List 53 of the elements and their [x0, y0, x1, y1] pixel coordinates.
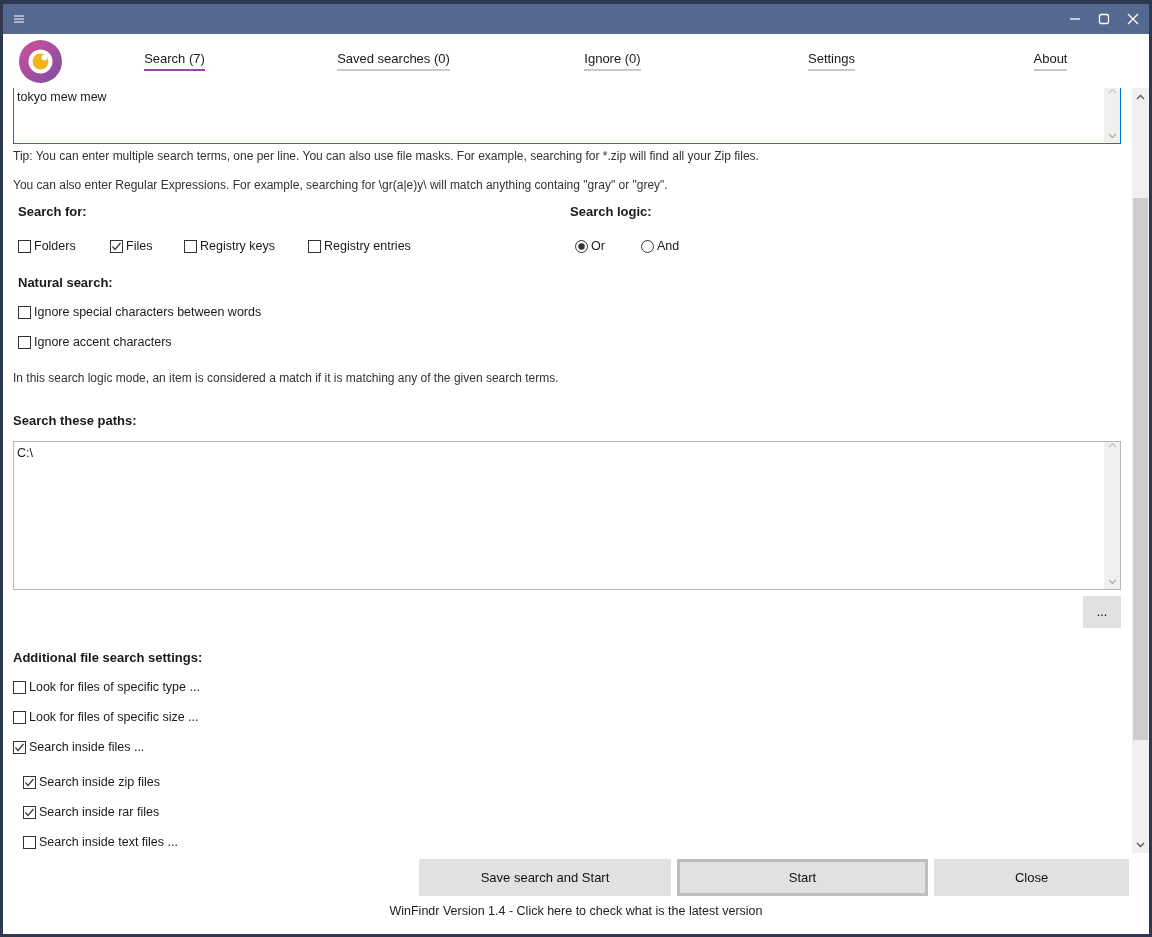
close-icon[interactable] [1126, 13, 1139, 25]
tab[interactable]: Settings [808, 51, 855, 71]
tab[interactable]: Saved searches (0) [337, 51, 450, 71]
checkbox-icon[interactable] [13, 740, 26, 754]
checkbox[interactable]: Look for files of specific type ... [13, 680, 200, 694]
checkbox-icon[interactable] [18, 335, 31, 349]
checkbox-icon[interactable] [18, 305, 31, 319]
checkbox-icon[interactable] [13, 710, 26, 724]
radio-button[interactable]: Or [575, 239, 641, 253]
version-link[interactable]: WinFindr Version 1.4 - Click here to check what is the latest version [389, 904, 763, 918]
checkbox-icon[interactable] [23, 775, 36, 789]
checkbox-icon[interactable] [308, 239, 321, 253]
tip-text: You can also enter Regular Expressions. For example, searching for \gr(a|e)y\ will match anything containg "gray" or "grey". [13, 178, 668, 192]
checkbox[interactable]: Look for files of specific size ... [13, 710, 199, 724]
action-button[interactable]: Close [934, 859, 1129, 896]
tab[interactable]: Search (7) [144, 51, 205, 71]
action-button[interactable]: Save search and Start [419, 859, 671, 896]
section-heading: Natural search: [18, 274, 113, 290]
checkbox-icon[interactable] [18, 239, 31, 253]
radio-button[interactable]: And [641, 239, 707, 253]
radio-icon[interactable] [641, 239, 654, 253]
search-terms-field[interactable]: tokyo mew mew [13, 88, 1121, 144]
checkbox[interactable]: Registry keys [184, 239, 308, 253]
tip-text: Tip: You can enter multiple search terms, one per line. You can also use file masks. For example, searching for *.zip will find all your Zip files. [13, 149, 759, 163]
action-button[interactable]: Start [677, 859, 928, 896]
info-text: In this search logic mode, an item is considered a match if it is matching any of the given search terms. [13, 371, 559, 385]
checkbox[interactable]: Search inside text files ... [23, 835, 178, 849]
checkbox[interactable]: Search inside rar files [23, 805, 160, 819]
checkbox-icon[interactable] [23, 805, 36, 819]
section-heading: Search for: [18, 203, 87, 219]
logo-icon [19, 39, 62, 83]
paths-field[interactable]: C:\ [13, 441, 1121, 590]
section-heading: Search logic: [570, 203, 652, 219]
tab[interactable]: About [1033, 51, 1068, 71]
checkbox-icon[interactable] [184, 239, 197, 253]
checkbox-icon[interactable] [110, 239, 123, 253]
checkbox[interactable]: Files [110, 239, 184, 253]
section-heading: Additional file search settings: [13, 649, 203, 665]
browse-button[interactable]: ... [1083, 596, 1121, 628]
checkbox[interactable]: Search inside zip files [23, 775, 160, 789]
menu-icon[interactable] [13, 13, 25, 25]
checkbox-icon[interactable] [13, 680, 26, 694]
maximize-icon[interactable] [1097, 13, 1110, 25]
checkbox[interactable]: Search inside files ... [13, 740, 145, 754]
checkbox[interactable]: Ignore special characters between words [18, 305, 262, 319]
radio-icon[interactable] [575, 239, 588, 253]
section-heading: Search these paths: [13, 412, 137, 428]
checkbox-icon[interactable] [23, 835, 36, 849]
checkbox[interactable]: Ignore accent characters [18, 335, 172, 349]
checkbox[interactable]: Folders [18, 239, 110, 253]
tab[interactable]: Ignore (0) [584, 51, 641, 71]
checkbox[interactable]: Registry entries [308, 239, 438, 253]
scrollbar[interactable] [1132, 88, 1149, 853]
